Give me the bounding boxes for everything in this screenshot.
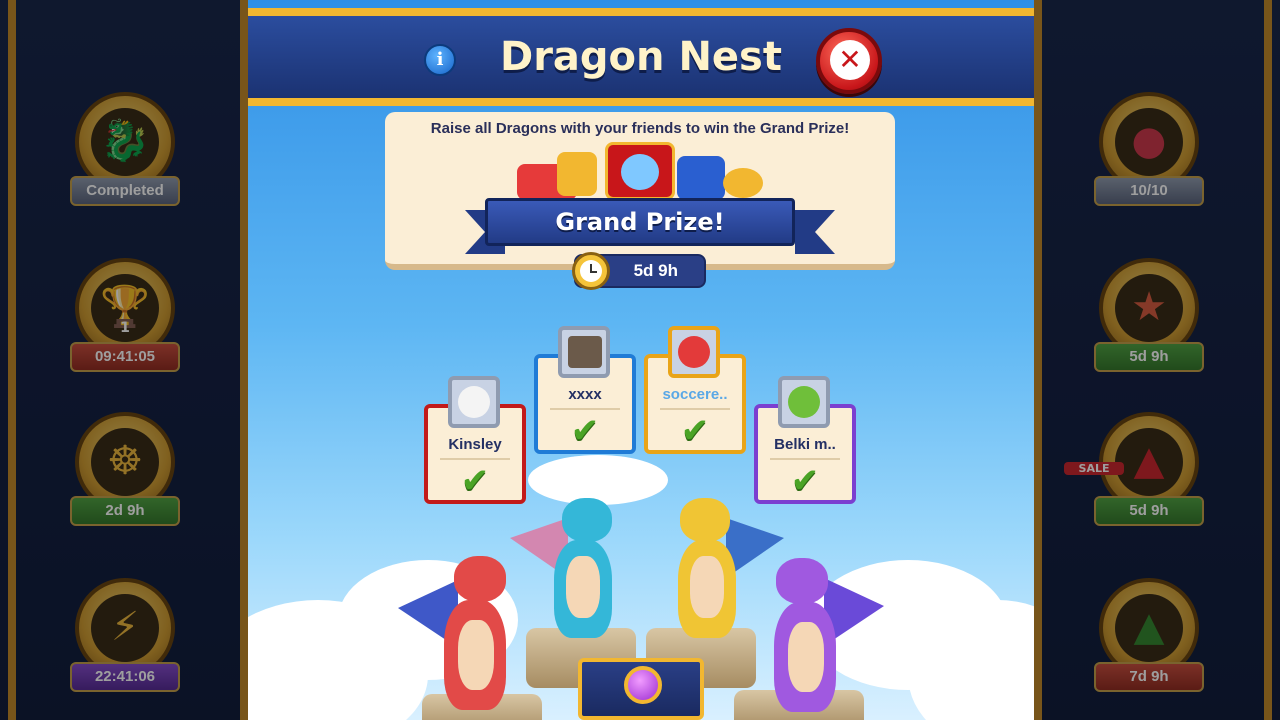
event-ornament-ball[interactable]: ● 10/10 [1094, 92, 1204, 222]
avatar[interactable] [778, 376, 830, 428]
event-christmas-tree[interactable]: ▲ 7d 9h [1094, 578, 1204, 708]
event-santa-hat[interactable]: ▲ SALE 5d 9h [1064, 412, 1204, 542]
check-icon: ✔ [680, 411, 710, 451]
player-name: Belki m.. [774, 436, 836, 453]
star-key-icon: ★ [1131, 284, 1167, 330]
dragon-nest-modal: i Dragon Nest ✕ Raise all Dragons with y… [248, 0, 1034, 720]
dragon-nest-chest[interactable] [578, 658, 704, 720]
player-name: soccere.. [662, 386, 728, 403]
event-label: 10/10 [1094, 176, 1204, 206]
modal-title: Dragon Nest [500, 34, 782, 80]
grand-prize-card: Raise all Dragons with your friends to w… [385, 112, 895, 270]
sale-tag: SALE [1064, 462, 1124, 475]
avatar[interactable] [448, 376, 500, 428]
event-star-key[interactable]: ★ 5d 9h [1094, 258, 1204, 388]
event-dragon-nest-completed[interactable]: 🐉 Completed [70, 92, 180, 222]
purple-gem-icon [624, 666, 662, 704]
event-trophy[interactable]: 🏆 1 09:41:05 [70, 258, 180, 388]
event-label: 22:41:06 [70, 662, 180, 692]
event-lightning[interactable]: ⚡ 22:41:06 [70, 578, 180, 708]
ship-wheel-icon: ☸ [107, 438, 143, 484]
modal-header: i Dragon Nest ✕ [248, 8, 1034, 106]
event-label: 09:41:05 [70, 342, 180, 372]
christmas-tree-icon: ▲ [1133, 604, 1165, 650]
lightning-icon: ⚡ [110, 604, 140, 650]
clock-icon [572, 252, 610, 290]
event-ship-wheel[interactable]: ☸ 2d 9h [70, 412, 180, 542]
grand-prize-treasure-icon[interactable] [517, 142, 763, 202]
event-description: Raise all Dragons with your friends to w… [430, 120, 850, 137]
avatar[interactable] [558, 326, 610, 378]
right-event-panel: ● 10/10 ★ 5d 9h ▲ SALE 5d 9h ▲ 7d 9h [1034, 0, 1280, 720]
check-icon: ✔ [790, 461, 820, 501]
event-label: 7d 9h [1094, 662, 1204, 692]
blue-dragon-icon [510, 494, 640, 644]
check-icon: ✔ [570, 411, 600, 451]
event-label: 5d 9h [1094, 342, 1204, 372]
purple-dragon-icon [744, 552, 884, 717]
player-name: xxxx [568, 386, 602, 403]
player-name: Kinsley [448, 436, 502, 453]
event-label: 2d 9h [70, 496, 180, 526]
avatar[interactable] [668, 326, 720, 378]
event-label: 5d 9h [1094, 496, 1204, 526]
dragon-icon: 🐉 [100, 118, 150, 164]
close-button[interactable]: ✕ [816, 28, 882, 94]
close-icon: ✕ [830, 40, 870, 80]
grand-prize-banner: Grand Prize! [485, 198, 795, 246]
check-icon: ✔ [460, 461, 490, 501]
trophy-rank: 1 [120, 320, 130, 336]
ribbon-tail-right [795, 210, 835, 254]
left-event-panel: 🐉 Completed 🏆 1 09:41:05 ☸ 2d 9h ⚡ 22:41… [0, 0, 248, 720]
event-label: Completed [70, 176, 180, 206]
ornament-ball-icon: ● [1131, 118, 1167, 164]
santa-hat-icon: ▲ [1133, 438, 1165, 484]
